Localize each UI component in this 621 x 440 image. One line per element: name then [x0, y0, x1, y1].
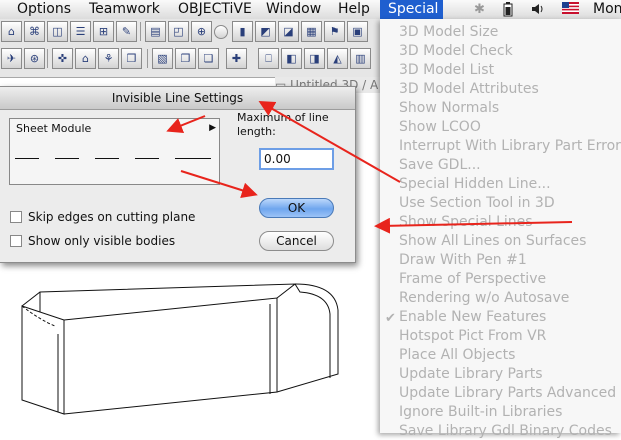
- toolbar-button[interactable]: ⊞: [93, 21, 114, 42]
- menu-item-update-library-parts[interactable]: Update Library Parts: [399, 366, 543, 383]
- menu-item-show-special-lines[interactable]: Show Special Lines: [399, 214, 533, 231]
- menu-teamwork[interactable]: Teamwork: [89, 0, 160, 19]
- menu-bar: Options Teamwork OBJECTiVE Window Help S…: [0, 0, 621, 20]
- menu-item-show-all-lines[interactable]: Show All Lines on Surfaces: [399, 233, 586, 250]
- toolbar-separator: [47, 49, 48, 68]
- toolbar-area: ⌂ ⌘ ◫ ☰ ⊞ ✎ ▤ ◰ ⊕ ▮ ◩ ◪ ▦ ⚑ ▣ ✈ ⊛ ✜ ⌂ ⚘ …: [0, 19, 380, 78]
- toolbar-button[interactable]: ▧: [152, 48, 173, 69]
- checkmark-icon: ✔: [385, 311, 396, 326]
- toolbar-button[interactable]: ✜: [52, 48, 73, 69]
- menu-item-3d-model-attributes[interactable]: 3D Model Attributes: [399, 81, 539, 98]
- us-flag-icon[interactable]: [562, 2, 579, 18]
- cancel-button[interactable]: Cancel: [259, 231, 334, 251]
- menu-item-hotspot-pict[interactable]: Hotspot Pict From VR: [399, 328, 546, 345]
- toolbar-button[interactable]: ◩: [255, 21, 276, 42]
- invisible-line-settings-dialog: Invisible Line Settings Sheet Module ▶ M…: [0, 86, 356, 263]
- toolbar-button[interactable]: ◭: [327, 48, 348, 69]
- toolbar-button[interactable]: ▥: [350, 48, 371, 69]
- toolbar-button[interactable]: ◨: [304, 48, 325, 69]
- toolbar-button[interactable]: ▮: [232, 21, 253, 42]
- toolbar-button[interactable]: ▦: [301, 21, 322, 42]
- special-menu-dropdown: 3D Model Size 3D Model Check 3D Model Li…: [380, 19, 621, 439]
- toolbar-button[interactable]: ✎: [116, 21, 137, 42]
- only-visible-label[interactable]: Show only visible bodies: [28, 234, 175, 249]
- toolbar-button[interactable]: ✈: [1, 48, 22, 69]
- menu-item-update-library-parts-advanced[interactable]: Update Library Parts Advanced: [399, 385, 616, 402]
- menu-item-3d-model-size[interactable]: 3D Model Size: [399, 24, 498, 41]
- menu-item-use-section-tool[interactable]: Use Section Tool in 3D: [399, 195, 555, 212]
- line-pattern-dash: [55, 158, 79, 159]
- dialog-title[interactable]: Invisible Line Settings: [0, 87, 355, 110]
- toolbar-button[interactable]: ▤: [145, 21, 166, 42]
- toolbar-button[interactable]: ⚘: [98, 48, 119, 69]
- volume-icon[interactable]: [531, 2, 545, 20]
- toolbar-button[interactable]: ✚: [226, 48, 247, 69]
- toolbar-separator: [140, 22, 141, 41]
- menu-item-ignore-built-in-libraries[interactable]: Ignore Built-in Libraries: [399, 404, 562, 421]
- line-pattern-dash: [95, 158, 119, 159]
- toolbar-button[interactable]: ⌂: [75, 48, 96, 69]
- menu-item-3d-model-list[interactable]: 3D Model List: [399, 62, 494, 79]
- clock[interactable]: Mon: [593, 0, 621, 19]
- menu-item-place-all-objects[interactable]: Place All Objects: [399, 347, 515, 364]
- toolbar-button[interactable]: ❐: [175, 48, 196, 69]
- line-pattern-dash: [135, 158, 159, 159]
- toolbar-button[interactable]: ❒: [121, 48, 142, 69]
- toolbar-button[interactable]: ⎕: [258, 48, 279, 69]
- toolbar-button[interactable]: ◫: [47, 21, 68, 42]
- toolbar-button[interactable]: ◧: [281, 48, 302, 69]
- toolbar-button[interactable]: ❏: [198, 48, 219, 69]
- skip-edges-label[interactable]: Skip edges on cutting plane: [28, 210, 195, 225]
- menu-item-show-normals[interactable]: Show Normals: [399, 100, 499, 117]
- menu-item-save-gdl[interactable]: Save GDL...: [399, 157, 481, 174]
- toolbar-separator: [147, 49, 148, 68]
- menu-item-draw-with-pen[interactable]: Draw With Pen #1: [399, 252, 527, 269]
- sheet-module-label: Sheet Module: [16, 122, 92, 135]
- menu-objective[interactable]: OBJECTiVE: [178, 0, 252, 19]
- menu-item-special-hidden-line[interactable]: Special Hidden Line...: [399, 176, 551, 193]
- menu-item-enable-new-features[interactable]: Enable New Features: [399, 309, 546, 326]
- toolbar-button[interactable]: ⊕: [191, 21, 212, 42]
- toolbar-button[interactable]: ▣: [347, 21, 368, 42]
- toolbar-button[interactable]: ⚑: [324, 21, 345, 42]
- ok-button[interactable]: OK: [259, 198, 334, 218]
- toolbar-button[interactable]: ☰: [70, 21, 91, 42]
- line-pattern-dash: [15, 158, 39, 159]
- menu-item-interrupt-library-error[interactable]: Interrupt With Library Part Error M: [399, 138, 621, 155]
- chevron-right-icon[interactable]: ▶: [209, 123, 216, 133]
- toolbar-button[interactable]: ◰: [168, 21, 189, 42]
- menu-special[interactable]: Special: [380, 0, 443, 19]
- toolbar-radio[interactable]: [214, 25, 228, 39]
- only-visible-checkbox[interactable]: [10, 235, 22, 247]
- line-pattern-dash: [175, 158, 211, 159]
- menu-item-rendering-wo-autosave[interactable]: Rendering w/o Autosave: [399, 290, 569, 307]
- menu-item-save-library-binary[interactable]: Save Library Gdl Binary Codes: [399, 423, 612, 440]
- max-line-length-label: Maximum of line length:: [237, 111, 329, 138]
- menu-help[interactable]: Help: [338, 0, 370, 19]
- menu-item-frame-of-perspective[interactable]: Frame of Perspective: [399, 271, 546, 288]
- max-line-length-input[interactable]: [259, 148, 334, 170]
- menu-options[interactable]: Options: [17, 0, 71, 19]
- sheet-module-selector[interactable]: Sheet Module ▶: [9, 118, 220, 185]
- menu-item-show-lcoo[interactable]: Show LCOO: [399, 119, 481, 136]
- toolbar-button[interactable]: ◪: [278, 21, 299, 42]
- 3d-model-drawing: [21, 283, 339, 415]
- skip-edges-checkbox[interactable]: [10, 211, 22, 223]
- bluetooth-icon[interactable]: ✱: [474, 2, 485, 17]
- toolbar-button[interactable]: ⊛: [24, 48, 45, 69]
- toolbar-button[interactable]: ⌘: [24, 21, 45, 42]
- menu-window[interactable]: Window: [266, 0, 321, 19]
- menu-item-3d-model-check[interactable]: 3D Model Check: [399, 43, 513, 60]
- toolbar-button[interactable]: ⌂: [1, 21, 22, 42]
